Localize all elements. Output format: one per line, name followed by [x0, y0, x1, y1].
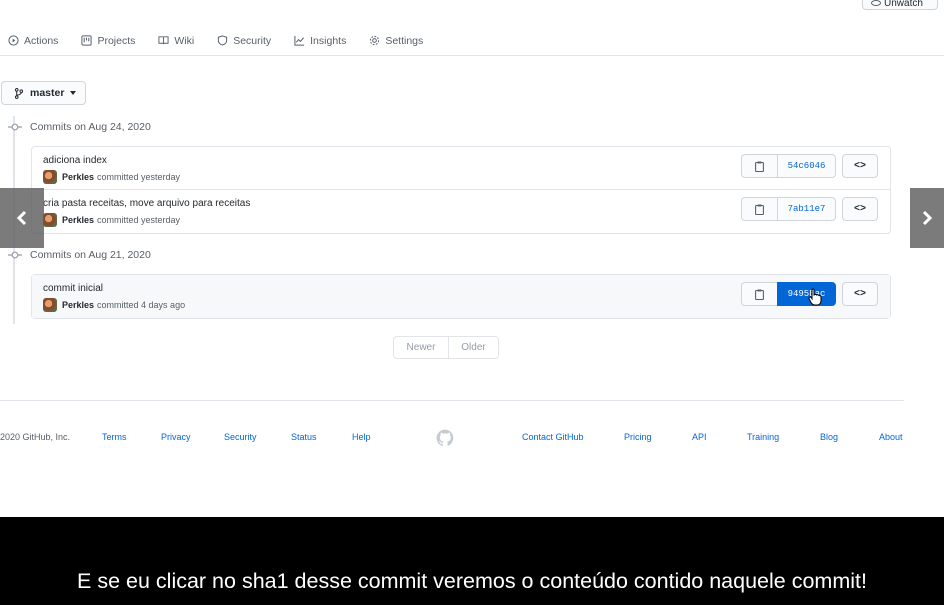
commit-actions: 54c6046 <> [741, 154, 878, 178]
commit-time: committed yesterday [97, 215, 181, 225]
browse-code-button[interactable]: <> [842, 282, 878, 306]
footer-link-about[interactable]: About [879, 432, 903, 442]
tab-wiki[interactable]: Wiki [158, 35, 194, 47]
commit-list: adiciona index Perkles committed yesterd… [31, 146, 891, 234]
branch-label: master [30, 87, 65, 99]
commit-group-title: Commits on Aug 24, 2020 [8, 121, 151, 133]
footer-link-terms[interactable]: Terms [102, 432, 127, 442]
commit-sha-link[interactable]: 9495Eac [777, 282, 836, 306]
commit-meta: Perkles committed 4 days ago [43, 298, 185, 312]
footer-link-api[interactable]: API [692, 432, 707, 442]
tab-security[interactable]: Security [217, 35, 271, 47]
copy-sha-button[interactable] [741, 282, 777, 306]
pagination: Newer Older [393, 336, 499, 359]
commit-list: commit inicial Perkles committed 4 days … [31, 274, 891, 319]
avatar[interactable] [43, 298, 57, 312]
footer-link-status[interactable]: Status [291, 432, 317, 442]
play-circle-icon [8, 35, 19, 46]
carousel-next-button[interactable] [910, 188, 944, 248]
tab-actions[interactable]: Actions [8, 35, 58, 47]
caret-down-icon [70, 91, 77, 95]
commit-message-link[interactable]: adiciona index [43, 155, 107, 166]
commit-group-date: Commits on Aug 21, 2020 [30, 249, 151, 261]
tab-label: Wiki [174, 34, 195, 47]
clipboard-icon [755, 161, 764, 172]
tab-label: Projects [97, 34, 136, 47]
footer-link-blog[interactable]: Blog [820, 432, 838, 442]
commit-group-date: Commits on Aug 24, 2020 [30, 121, 151, 133]
commit-author-link[interactable]: Perkles [62, 172, 94, 182]
github-logo-icon[interactable] [436, 429, 454, 447]
graph-icon [294, 35, 305, 46]
repo-nav: Actions Projects Wiki Security Insights … [0, 26, 944, 56]
clipboard-icon [755, 204, 764, 215]
tab-label: Security [233, 34, 272, 47]
chevron-right-icon [922, 210, 933, 226]
code-icon: <> [853, 160, 866, 172]
older-button[interactable]: Older [449, 336, 499, 359]
footer-link-security[interactable]: Security [224, 432, 257, 442]
commit-time: committed 4 days ago [97, 300, 186, 310]
code-icon: <> [853, 203, 866, 215]
unwatch-label: Unwatch [884, 0, 923, 9]
commit-sha-link[interactable]: 54c6046 [777, 154, 836, 178]
footer-copyright: 2020 GitHub, Inc. [0, 432, 71, 442]
commit-author-link[interactable]: Perkles [62, 300, 94, 310]
video-subtitle: E se eu clicar no sha1 desse commit vere… [0, 517, 944, 605]
git-commit-icon [8, 251, 22, 259]
git-commit-icon [8, 123, 22, 131]
footer-link-training[interactable]: Training [747, 432, 779, 442]
tab-projects[interactable]: Projects [81, 35, 135, 47]
book-icon [158, 36, 169, 45]
commit-time: committed yesterday [97, 172, 181, 182]
chevron-left-icon [16, 210, 27, 226]
commit-row: commit inicial Perkles committed 4 days … [32, 275, 890, 318]
project-icon [81, 35, 93, 46]
newer-button[interactable]: Newer [393, 336, 449, 359]
eye-icon [871, 0, 881, 6]
avatar[interactable] [43, 170, 57, 184]
commit-message-link[interactable]: cria pasta receitas, move arquivo para r… [43, 198, 250, 209]
browse-code-button[interactable]: <> [842, 197, 878, 221]
hand-cursor-icon [808, 288, 822, 306]
shield-icon [218, 35, 228, 46]
footer-link-pricing[interactable]: Pricing [624, 432, 652, 442]
browse-code-button[interactable]: <> [842, 154, 878, 178]
footer-divider [0, 400, 904, 401]
github-commits-page: Unwatch Actions Projects Wiki Security I… [0, 0, 944, 517]
carousel-prev-button[interactable] [0, 188, 44, 248]
tab-insights[interactable]: Insights [294, 35, 346, 47]
git-branch-icon [14, 87, 24, 99]
tab-label: Settings [385, 34, 424, 47]
commit-actions: 7ab11e7 <> [741, 197, 878, 221]
branch-select-button[interactable]: master [1, 81, 86, 105]
commit-group-title: Commits on Aug 21, 2020 [8, 249, 151, 261]
clipboard-icon [755, 289, 764, 300]
commit-row: cria pasta receitas, move arquivo para r… [32, 190, 890, 233]
tab-settings[interactable]: Settings [369, 35, 423, 47]
footer-link-contact[interactable]: Contact GitHub [522, 432, 584, 442]
commit-author-link[interactable]: Perkles [62, 215, 94, 225]
footer: 2020 GitHub, Inc. Terms Privacy Security… [0, 429, 944, 447]
footer-link-help[interactable]: Help [352, 432, 371, 442]
commit-row: adiciona index Perkles committed yesterd… [32, 147, 890, 190]
footer-link-privacy[interactable]: Privacy [161, 432, 191, 442]
tab-label: Insights [310, 34, 347, 47]
copy-sha-button[interactable] [741, 154, 777, 178]
commit-meta: Perkles committed yesterday [43, 213, 180, 227]
commit-meta: Perkles committed yesterday [43, 170, 180, 184]
gear-icon [370, 35, 380, 46]
copy-sha-button[interactable] [741, 197, 777, 221]
commit-sha-link[interactable]: 7ab11e7 [777, 197, 836, 221]
unwatch-button[interactable]: Unwatch [862, 0, 938, 10]
avatar[interactable] [43, 213, 57, 227]
commit-message-link[interactable]: commit inicial [43, 283, 103, 294]
code-icon: <> [853, 288, 866, 300]
tab-label: Actions [24, 34, 59, 47]
